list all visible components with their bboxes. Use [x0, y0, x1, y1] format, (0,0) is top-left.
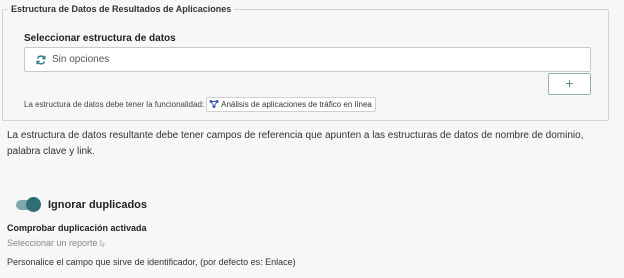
functionality-tag: Análisis de aplicaciones de tráfico en l…: [206, 96, 376, 112]
structure-select[interactable]: Sin opciones: [24, 47, 591, 72]
structure-description: La estructura de datos resultante debe t…: [7, 130, 584, 157]
network-icon: [209, 99, 219, 109]
refresh-icon[interactable]: [35, 54, 47, 66]
toggle-knob: [26, 197, 41, 212]
ignore-duplicates-toggle[interactable]: [15, 197, 41, 213]
ignore-duplicates-row: Ignorar duplicados: [15, 197, 147, 213]
functionality-tag-label: Análisis de aplicaciones de tráfico en l…: [221, 99, 372, 109]
identifier-help-text: Personalice el campo que sirve de identi…: [7, 257, 296, 267]
select-report-label: Seleccionar un reporte: [7, 238, 98, 248]
requirement-text: La estructura de datos debe tener la fun…: [24, 99, 205, 109]
add-structure-button[interactable]: +: [548, 73, 591, 95]
select-report-link[interactable]: Seleccionar un reporte: [7, 238, 106, 248]
select-value: Sin opciones: [52, 54, 110, 65]
ignore-duplicates-label: Ignorar duplicados: [48, 199, 148, 211]
select-structure-label: Seleccionar estructura de datos: [24, 33, 176, 44]
pointer-cursor-icon: [99, 238, 106, 248]
duplicate-check-title: Comprobar duplicación activada: [7, 223, 147, 233]
functionality-requirement: La estructura de datos debe tener la fun…: [24, 96, 376, 112]
fieldset-legend: Estructura de Datos de Resultados de Apl…: [8, 3, 235, 15]
